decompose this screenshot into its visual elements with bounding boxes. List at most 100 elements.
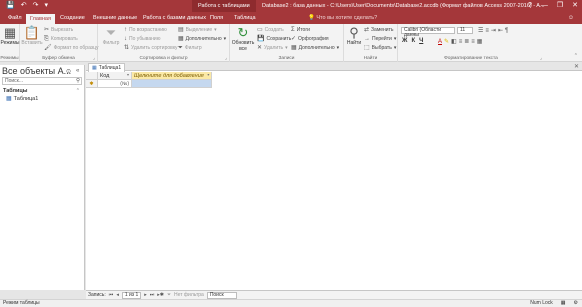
save-record-button[interactable]: 💾 Сохранить [257, 35, 291, 42]
text-formatting-launcher-icon[interactable]: ⌟ [540, 55, 542, 61]
chevron-down-icon[interactable]: ▾ [207, 72, 209, 79]
view-button[interactable]: ▦ Режимы [1, 26, 20, 47]
paste-label: Вставить [21, 40, 43, 46]
toggle-filter-button[interactable]: ⏷ Фильтр [178, 44, 202, 51]
spelling-button[interactable]: ✓ Орфография [291, 35, 329, 42]
replace-icon: ⇄ [364, 26, 370, 33]
highlight-icon[interactable]: ✎ [444, 39, 449, 45]
paste-button[interactable]: 📋 Вставить [21, 26, 43, 47]
remove-sort-button[interactable]: ⇅ Удалить сортировку [124, 44, 178, 51]
sort-ascending-button[interactable]: ↑ По возрастанию [124, 26, 167, 33]
align-center-icon[interactable]: ≣ [464, 39, 469, 45]
first-record-icon[interactable]: ⏮ [109, 292, 114, 298]
goto-button[interactable]: → Перейти ▾ [364, 35, 396, 42]
clipboard-launcher-icon[interactable]: ⌟ [93, 55, 95, 61]
tab-database-tools[interactable]: Работа с базами данных [139, 12, 210, 24]
customize-qat-icon[interactable]: ▾ [44, 2, 48, 10]
column-header-id[interactable]: Код ▾ [98, 72, 132, 80]
nav-pane-title[interactable]: Все объекты A... [2, 66, 71, 76]
background-color-icon[interactable]: ◧ [451, 39, 457, 45]
font-color-icon[interactable]: A [438, 39, 442, 45]
selection-button[interactable]: ▤ Выделение ▾ [178, 26, 217, 33]
undo-icon[interactable]: ↶ [21, 2, 27, 10]
header-row: Код ▾ Щелкните для добавления ▾ [86, 72, 212, 80]
close-button[interactable]: ✕ [572, 0, 578, 12]
align-right-icon[interactable]: ≡ [471, 39, 475, 45]
last-record-icon[interactable]: ⏭ [150, 292, 155, 298]
document-tab-label: Таблица1 [98, 65, 122, 71]
restore-button[interactable]: ❐ [557, 0, 563, 12]
new-record-nav-icon[interactable]: ▸✱ [157, 292, 164, 298]
tell-me-text: Что вы хотите сделать? [316, 15, 378, 21]
close-document-icon[interactable]: ✕ [574, 63, 579, 71]
select-all-corner[interactable] [86, 72, 98, 80]
indent-icon[interactable]: ⇥ [491, 28, 496, 34]
help-icon[interactable]: ? [528, 0, 532, 12]
align-left-icon[interactable]: ≡ [459, 39, 463, 45]
totals-button[interactable]: Σ Итоги [291, 26, 310, 33]
sigma-icon: Σ [291, 26, 295, 33]
arrow-right-icon: → [364, 35, 370, 42]
advanced-filter-button[interactable]: ▦ Дополнительно ▾ [178, 35, 226, 42]
paragraph-icon[interactable]: ¶ [505, 28, 508, 34]
gridlines-icon[interactable]: ▦ [477, 39, 483, 45]
cell-id[interactable]: (№) [98, 80, 132, 88]
collapse-category-icon[interactable]: ⌃ [76, 88, 80, 94]
cell-add-field[interactable] [132, 80, 212, 88]
previous-record-icon[interactable]: ◂ [116, 292, 119, 298]
tab-home[interactable]: Главная [26, 14, 55, 24]
refresh-all-button[interactable]: ↻ Обновить все [232, 26, 255, 53]
filter-button[interactable]: ⏷ Фильтр [101, 26, 121, 47]
underline-button[interactable]: Ч [419, 38, 423, 44]
sort-filter-launcher-icon[interactable]: ⌟ [225, 55, 227, 61]
more-button[interactable]: ▦ Дополнительно ▾ [291, 44, 339, 51]
delete-record-button[interactable]: ✕ Удалить ▾ [257, 44, 288, 51]
new-record-button[interactable]: ▭ Создать [257, 26, 284, 33]
new-record-marker-icon[interactable]: ✱ [86, 80, 98, 88]
font-name-select[interactable]: Calibri (Области данны [401, 27, 455, 38]
nav-pane-collapse-icon[interactable]: « [76, 68, 79, 74]
tell-me-box[interactable]: 💡 Что вы хотите сделать? [308, 12, 377, 24]
tab-table[interactable]: Таблица [230, 12, 260, 24]
document-tab-table1[interactable]: ▦ Таблица1 [88, 63, 126, 72]
redo-icon[interactable]: ↷ [33, 2, 39, 10]
find-button[interactable]: ⚲ Найти [346, 26, 362, 47]
record-position-input[interactable]: 1 из 1 [121, 291, 142, 299]
no-filter-label[interactable]: Нет фильтра [174, 292, 204, 298]
context-tab-label: Работа с таблицами [192, 0, 256, 12]
select-button[interactable]: ⬚ Выбрать ▾ [364, 44, 396, 51]
datasheet-view-icon[interactable]: ▦ [561, 300, 566, 307]
no-filter-icon[interactable]: ⏷ [167, 292, 171, 298]
copy-button[interactable]: ⎘ Копировать [44, 35, 78, 42]
numbering-icon[interactable]: ≡ [485, 28, 489, 34]
group-label-clipboard: Буфер обмена [42, 56, 75, 61]
remove-sort-label: Удалить сортировку [131, 44, 178, 51]
format-painter-button[interactable]: 🖌 Формат по образцу [44, 44, 98, 51]
next-record-icon[interactable]: ▸ [144, 292, 147, 298]
nav-pane-menu-icon[interactable]: ⊙ [66, 68, 71, 75]
design-view-icon[interactable]: ⚙ [574, 300, 578, 307]
outdent-icon[interactable]: ⇤ [498, 28, 503, 34]
bold-button[interactable]: Ж [402, 38, 407, 44]
nav-category-tables[interactable]: Таблицы [3, 88, 28, 94]
replace-button[interactable]: ⇄ Заменить [364, 26, 394, 33]
tab-file[interactable]: Файл [4, 12, 26, 24]
sort-descending-button[interactable]: ↓ По убыванию [124, 35, 160, 42]
save-icon[interactable]: 💾 [6, 2, 15, 10]
bullets-icon[interactable]: ☰ [478, 28, 483, 34]
chevron-down-icon[interactable]: ▾ [127, 72, 129, 79]
column-header-add-field[interactable]: Щелкните для добавления ▾ [132, 72, 212, 80]
nav-search-input[interactable]: Поиск... ⚲ [2, 77, 82, 85]
search-icon: ⚲ [75, 78, 80, 84]
collapse-ribbon-icon[interactable]: ⌃ [574, 53, 578, 59]
minimize-button[interactable]: — [541, 0, 548, 12]
tab-fields[interactable]: Поля [206, 12, 227, 24]
italic-button[interactable]: К [411, 38, 415, 44]
record-search-input[interactable]: Поиск [206, 291, 237, 299]
user-icon[interactable]: ☺ [568, 12, 574, 24]
tab-external-data[interactable]: Внешние данные [89, 12, 141, 24]
tab-create[interactable]: Создание [56, 12, 89, 24]
cut-button[interactable]: ✂ Вырезать [44, 26, 73, 33]
font-size-select[interactable]: 11 [457, 27, 473, 34]
nav-item-table1[interactable]: ▦ Таблица1 [6, 96, 38, 102]
